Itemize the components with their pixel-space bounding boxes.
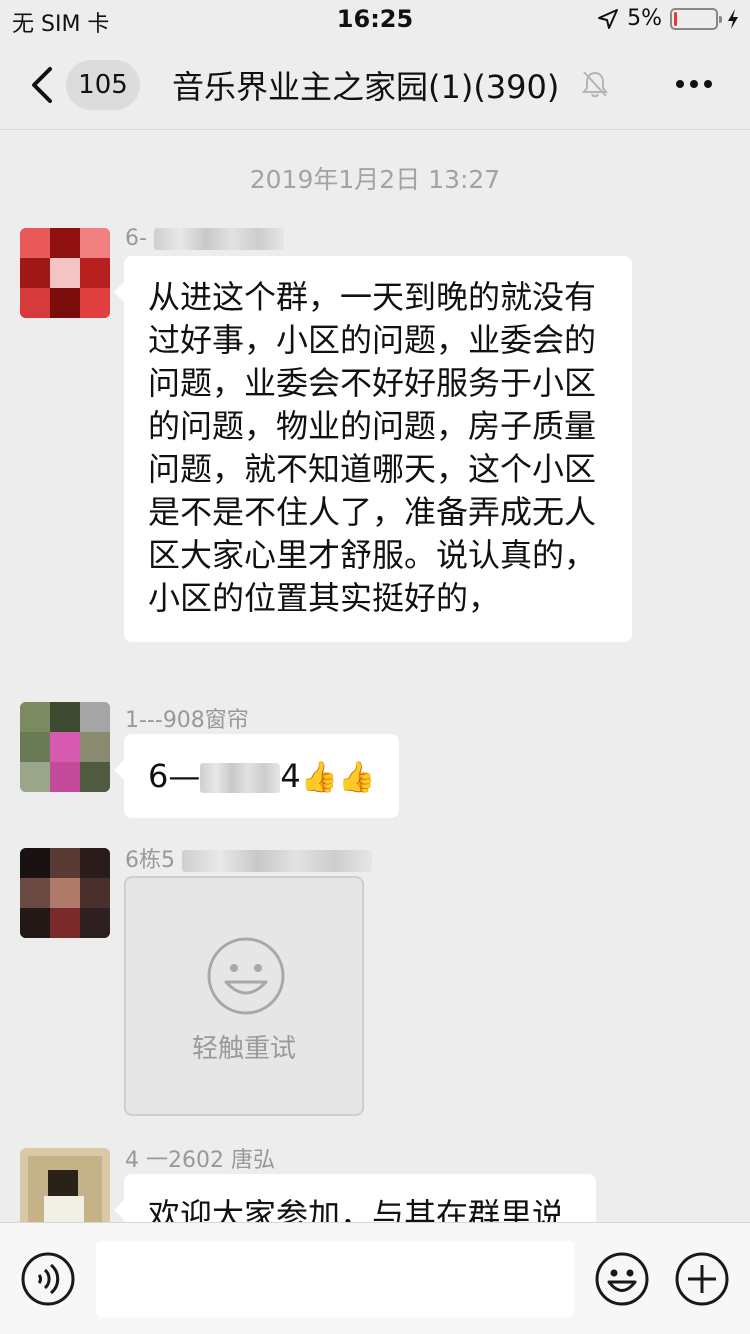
input-bar (0, 1222, 750, 1334)
battery-level (674, 11, 678, 26)
sender-name: 6- (125, 226, 284, 251)
sender-name-text: 6- (125, 226, 147, 251)
bell-muted-icon (582, 71, 608, 98)
chat-message-list[interactable]: 2019年1月2日 13:27 6- 从进这个群，一天到晚的就没有过好事，小区的… (0, 130, 750, 1222)
avatar-image (20, 848, 110, 938)
thumbs-up-emoji: 👍👍 (300, 760, 376, 795)
sender-name: 6栋5 (125, 842, 372, 874)
avatar-image (20, 1148, 110, 1222)
message-input[interactable] (96, 1241, 574, 1317)
redacted-text (200, 763, 281, 793)
avatar[interactable] (20, 1148, 110, 1222)
nav-bar: 105 音乐界业主之家园(1)(390) (0, 40, 750, 130)
retry-label: 轻触重试 (191, 1034, 296, 1064)
message-text-suffix: 4 (280, 757, 301, 795)
more-dots-icon[interactable] (674, 78, 714, 90)
battery-icon (670, 7, 722, 30)
redacted-text (182, 850, 372, 872)
message-timestamp: 2019年1月2日 13:27 (249, 165, 501, 194)
status-bar: 无 SIM 卡 16:25 5% (0, 0, 750, 40)
message-bubble[interactable]: 欢迎大家参加，与其在群里说 (114, 1174, 596, 1222)
status-right-group: 5% (597, 6, 740, 31)
unread-count-badge[interactable]: 105 (66, 60, 140, 110)
sender-name: 4 一2602 唐弘 (125, 1148, 275, 1173)
avatar-image (20, 228, 110, 318)
avatar[interactable] (20, 702, 110, 792)
sender-name: 1---908窗帘 (125, 708, 249, 733)
message-bubble[interactable]: 从进这个群，一天到晚的就没有过好事，小区的问题，业委会的问题，业委会不好好服务于… (114, 256, 632, 642)
avatar-image (20, 702, 110, 792)
smiley-face-icon (207, 937, 285, 1015)
voice-icon[interactable] (20, 1251, 76, 1307)
chevron-left-icon[interactable] (26, 66, 56, 104)
message-bubble[interactable]: 6— 4👍👍 (113, 734, 400, 818)
message-text-prefix: 6— (148, 757, 201, 795)
emoji-face-icon[interactable] (594, 1251, 650, 1307)
sender-name-text: 6栋5 (125, 848, 175, 873)
redacted-text (153, 228, 284, 250)
image-retry-card[interactable]: 轻触重试 (124, 876, 364, 1116)
chat-title: 音乐界业主之家园(1)(390) (172, 68, 560, 106)
charging-bolt-icon (728, 8, 738, 29)
avatar[interactable] (20, 848, 110, 938)
battery-percent: 5% (627, 6, 662, 31)
plus-circle-icon[interactable] (674, 1251, 730, 1307)
avatar[interactable] (20, 228, 110, 318)
location-arrow-icon (598, 8, 619, 29)
